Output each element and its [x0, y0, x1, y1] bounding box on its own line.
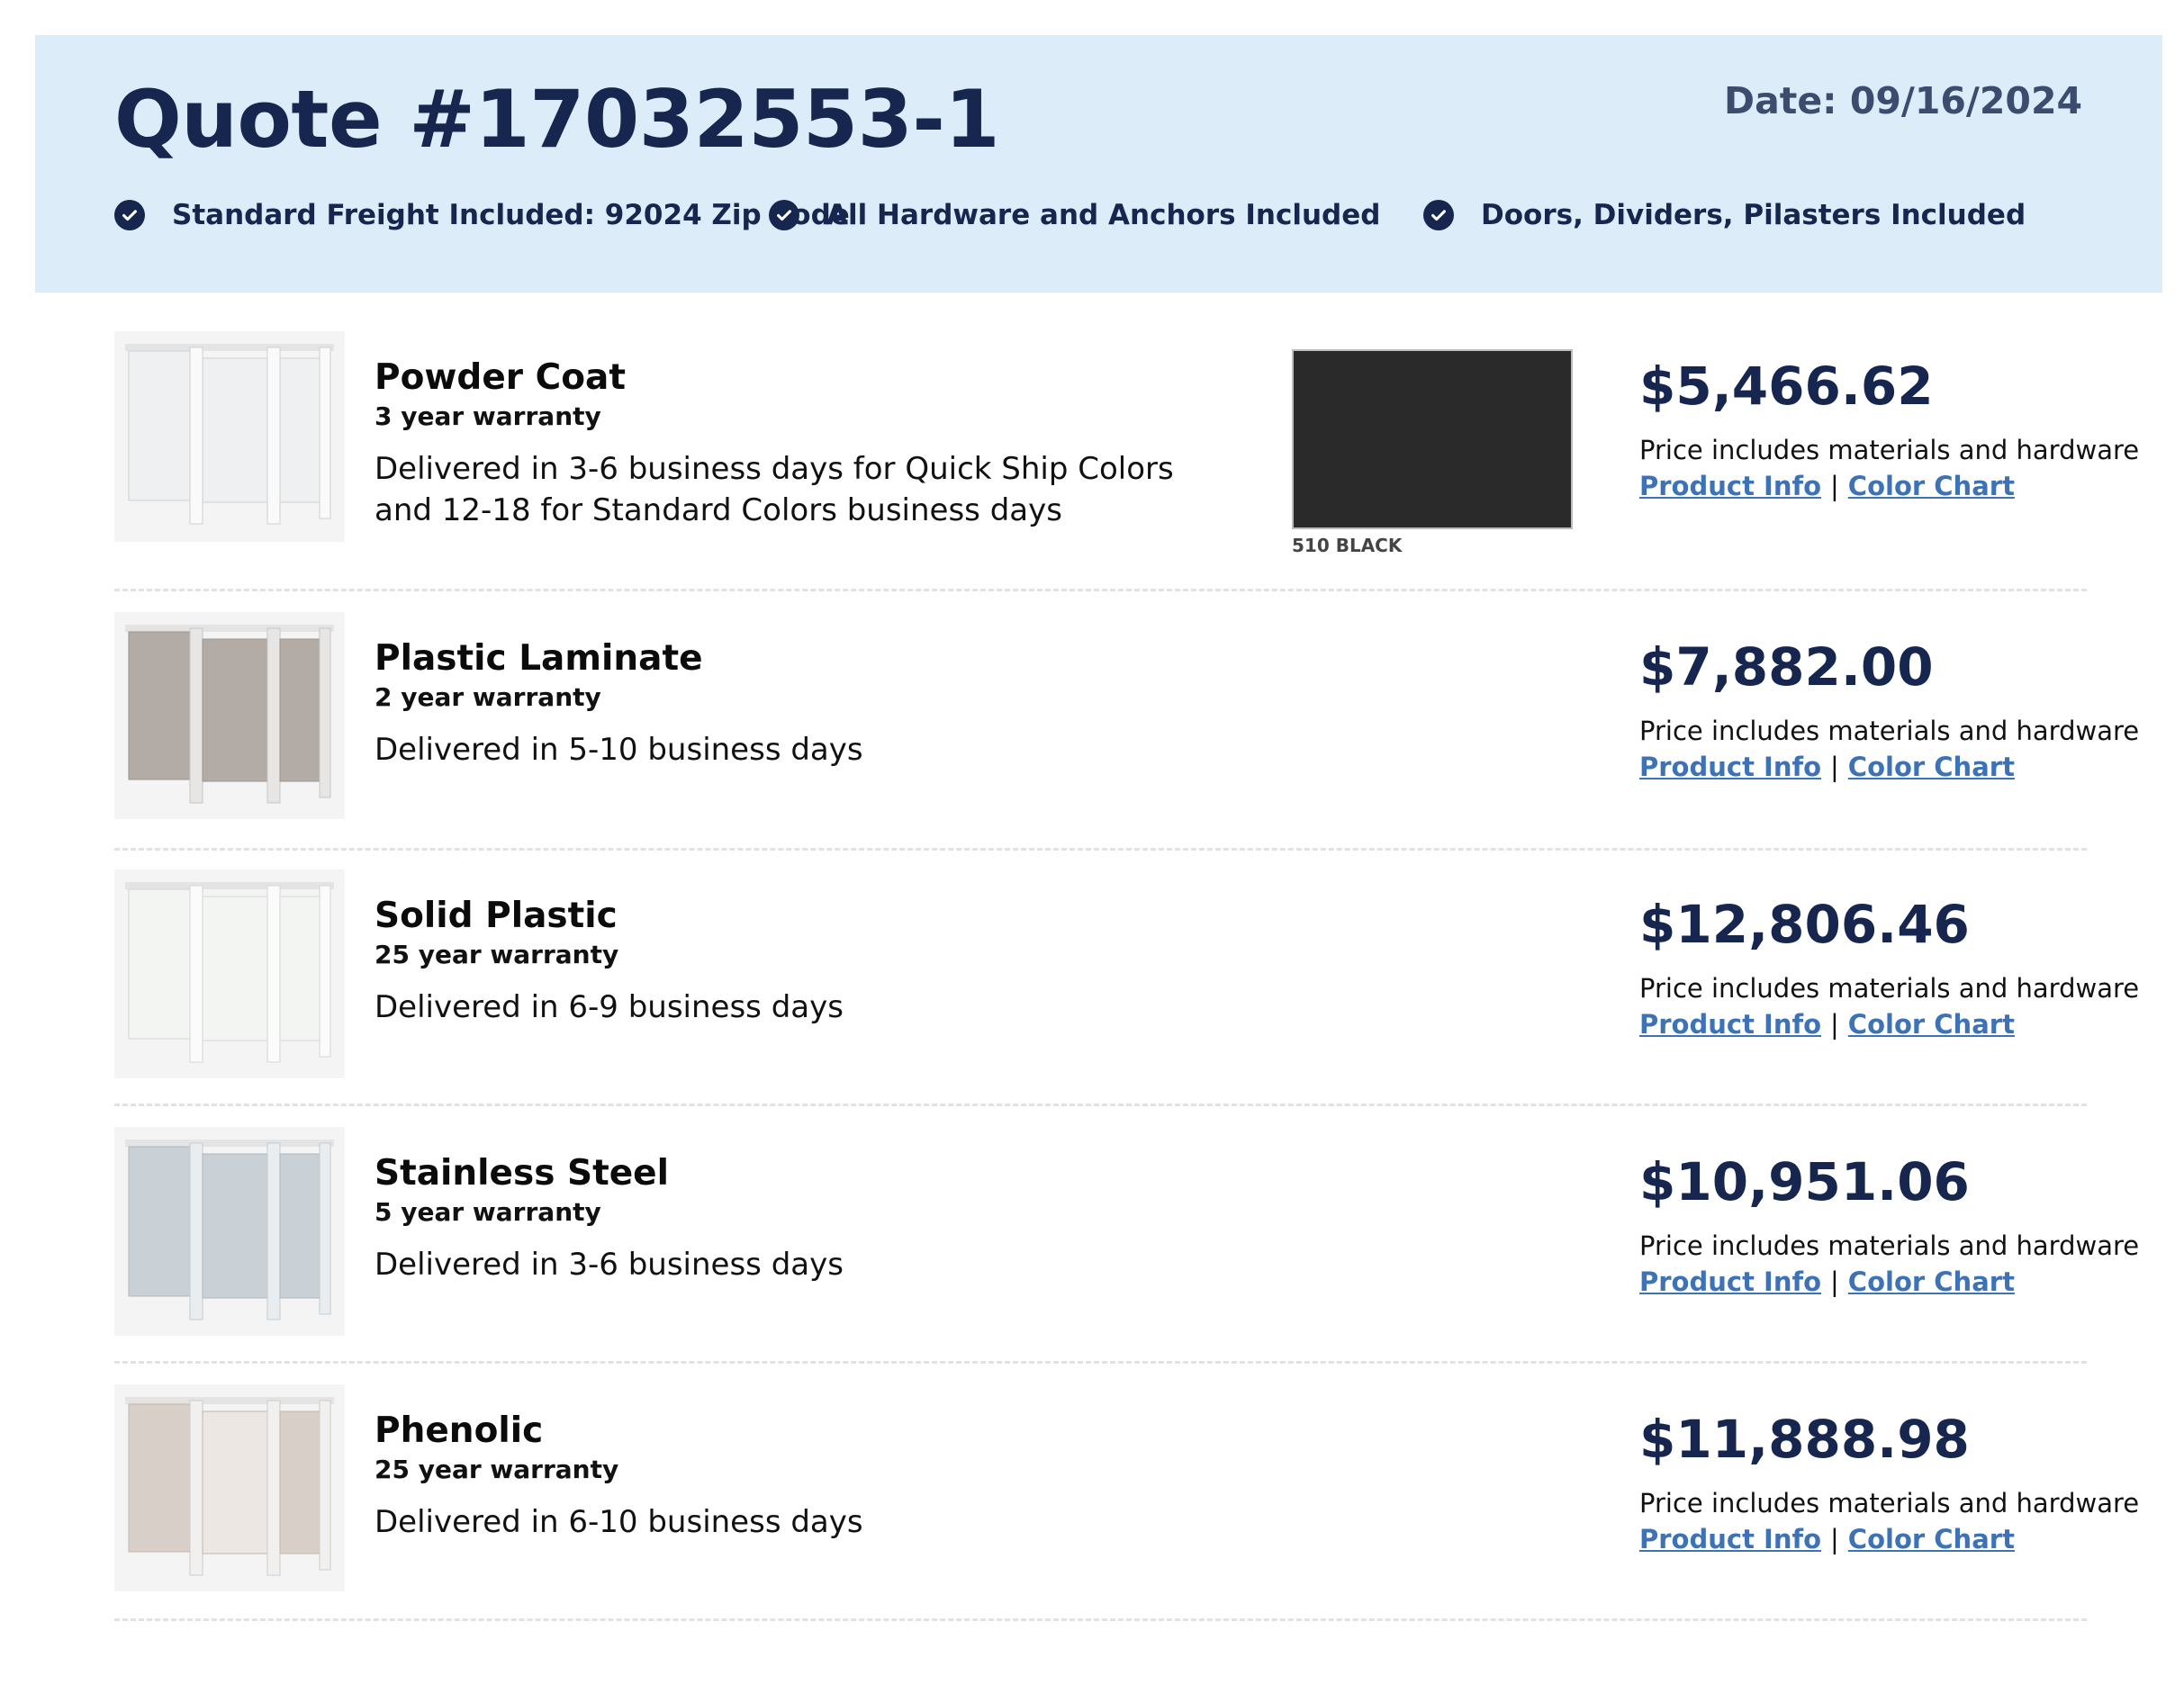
- swatch-label: 510 BLACK: [1292, 535, 1403, 556]
- product-image: [114, 1384, 345, 1591]
- feature-freight: Standard Freight Included: 92024 Zip Cod…: [114, 195, 850, 235]
- product-delivery: Delivered in 3-6 business days for Quick…: [375, 451, 1174, 528]
- product-row-stainless-steel: Stainless Steel 5 year warranty Delivere…: [114, 1127, 2139, 1364]
- link-separator: |: [1830, 1266, 1839, 1297]
- product-links: Product Info | Color Chart: [1639, 1266, 2139, 1298]
- product-info-link[interactable]: Product Info: [1639, 1266, 1821, 1297]
- product-price: $12,806.46: [1639, 894, 1970, 955]
- link-separator: |: [1830, 1009, 1839, 1040]
- product-pricing: $12,806.46 Price includes materials and …: [1639, 893, 2139, 1041]
- product-info: Plastic Laminate 2 year warranty Deliver…: [375, 637, 1185, 770]
- feature-hardware: All Hardware and Anchors Included: [769, 195, 1380, 235]
- link-separator: |: [1830, 471, 1839, 501]
- product-name: Plastic Laminate: [375, 638, 703, 679]
- product-links: Product Info | Color Chart: [1639, 751, 2139, 783]
- product-row-phenolic: Phenolic 25 year warranty Delivered in 6…: [114, 1384, 2139, 1621]
- color-chart-link[interactable]: Color Chart: [1848, 752, 2015, 782]
- product-row-solid-plastic: Solid Plastic 25 year warranty Delivered…: [114, 870, 2139, 1106]
- check-circle-icon: [769, 200, 799, 230]
- color-chart-link[interactable]: Color Chart: [1848, 1524, 2015, 1554]
- partition-image-icon: [125, 1140, 334, 1320]
- product-image: [114, 1127, 345, 1336]
- product-info: Phenolic 25 year warranty Delivered in 6…: [375, 1410, 1185, 1543]
- price-note: Price includes materials and hardware: [1639, 716, 2140, 746]
- product-pricing: $7,882.00 Price includes materials and h…: [1639, 635, 2139, 783]
- product-name: Solid Plastic: [375, 896, 618, 936]
- quote-header: Quote #17032553-1 Date: 09/16/2024 Stand…: [35, 35, 2162, 293]
- partition-image-icon: [125, 1397, 334, 1576]
- product-info-link[interactable]: Product Info: [1639, 1524, 1821, 1554]
- feature-label: Doors, Dividers, Pilasters Included: [1481, 199, 2026, 231]
- partition-image-icon: [125, 625, 334, 804]
- product-delivery: Delivered in 6-10 business days: [375, 1504, 863, 1540]
- product-warranty: 5 year warranty: [375, 1197, 601, 1227]
- product-links: Product Info | Color Chart: [1639, 470, 2139, 502]
- product-warranty: 3 year warranty: [375, 401, 601, 431]
- swatch-510-black[interactable]: [1292, 349, 1573, 529]
- quote-date: Date: 09/16/2024: [1724, 79, 2082, 122]
- product-name: Phenolic: [375, 1410, 544, 1451]
- price-note: Price includes materials and hardware: [1639, 1230, 2140, 1261]
- product-name: Powder Coat: [375, 357, 626, 398]
- color-chart-link[interactable]: Color Chart: [1848, 1009, 2015, 1040]
- product-info-link[interactable]: Product Info: [1639, 752, 1821, 782]
- product-price: $11,888.98: [1639, 1409, 1970, 1470]
- product-price: $10,951.06: [1639, 1151, 1970, 1212]
- product-price: $5,466.62: [1639, 356, 1934, 417]
- product-info: Solid Plastic 25 year warranty Delivered…: [375, 895, 1185, 1028]
- partition-image-icon: [125, 882, 334, 1063]
- product-links: Product Info | Color Chart: [1639, 1008, 2139, 1041]
- check-circle-icon: [1423, 200, 1454, 230]
- price-note: Price includes materials and hardware: [1639, 973, 2140, 1004]
- product-warranty: 2 year warranty: [375, 682, 601, 712]
- product-pricing: $11,888.98 Price includes materials and …: [1639, 1408, 2139, 1555]
- product-pricing: $10,951.06 Price includes materials and …: [1639, 1150, 2139, 1298]
- product-image: [114, 331, 345, 542]
- quote-title: Quote #17032553-1: [114, 73, 1000, 166]
- feature-doors: Doors, Dividers, Pilasters Included: [1423, 195, 2026, 235]
- link-separator: |: [1830, 1524, 1839, 1554]
- product-warranty: 25 year warranty: [375, 1455, 619, 1484]
- product-image: [114, 870, 345, 1078]
- product-delivery: Delivered in 5-10 business days: [375, 732, 863, 768]
- color-chart-link[interactable]: Color Chart: [1848, 471, 2015, 501]
- product-info: Stainless Steel 5 year warranty Delivere…: [375, 1152, 1185, 1285]
- link-separator: |: [1830, 752, 1839, 782]
- check-circle-icon: [114, 200, 145, 230]
- product-row-powder-coat: Powder Coat 3 year warranty Delivered in…: [114, 331, 2139, 591]
- product-pricing: $5,466.62 Price includes materials and h…: [1639, 355, 2139, 502]
- color-swatch[interactable]: 510 BLACK: [1292, 349, 1573, 556]
- partition-image-icon: [125, 344, 334, 525]
- feature-label: All Hardware and Anchors Included: [826, 199, 1381, 231]
- price-note: Price includes materials and hardware: [1639, 1488, 2140, 1518]
- product-warranty: 25 year warranty: [375, 940, 619, 969]
- product-info-link[interactable]: Product Info: [1639, 471, 1821, 501]
- product-info-link[interactable]: Product Info: [1639, 1009, 1821, 1040]
- product-image: [114, 612, 345, 819]
- color-chart-link[interactable]: Color Chart: [1848, 1266, 2015, 1297]
- product-name: Stainless Steel: [375, 1153, 670, 1194]
- product-delivery: Delivered in 6-9 business days: [375, 989, 844, 1025]
- product-info: Powder Coat 3 year warranty Delivered in…: [375, 356, 1185, 531]
- feature-label: Standard Freight Included: 92024 Zip Cod…: [172, 199, 850, 231]
- product-delivery: Delivered in 3-6 business days: [375, 1247, 844, 1283]
- product-price: $7,882.00: [1639, 636, 1934, 698]
- price-note: Price includes materials and hardware: [1639, 435, 2140, 465]
- product-links: Product Info | Color Chart: [1639, 1523, 2139, 1555]
- product-row-plastic-laminate: Plastic Laminate 2 year warranty Deliver…: [114, 612, 2139, 851]
